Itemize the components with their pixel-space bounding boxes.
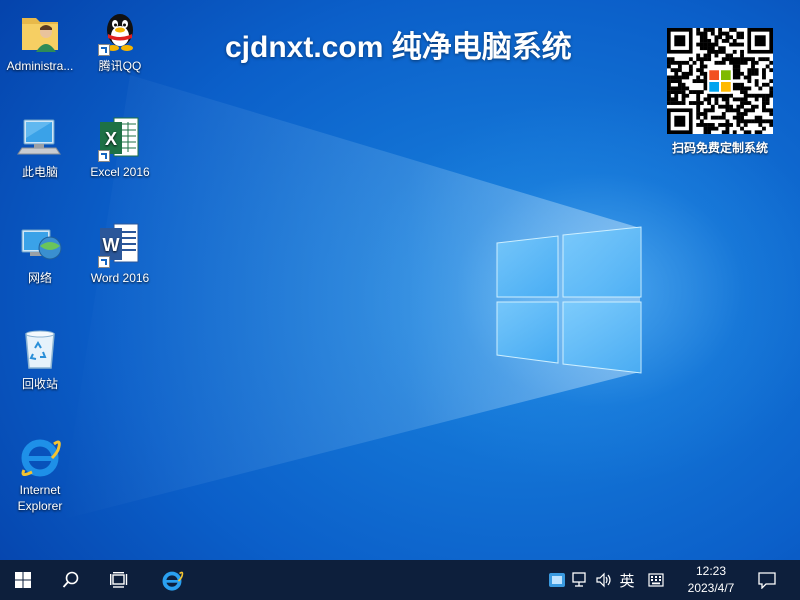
shortcut-arrow-icon	[98, 256, 110, 268]
clock-date: 2023/4/7	[687, 581, 735, 595]
clock-time: 12:23	[695, 564, 727, 578]
qr-code-image	[667, 28, 773, 134]
svg-text:W: W	[103, 235, 120, 255]
desktop: cjdnxt.com 纯净电脑系统 扫码免费定制系统 Administra...	[0, 0, 800, 560]
user-folder-icon	[16, 8, 64, 56]
ime-language-indicator[interactable]: 英	[616, 570, 638, 590]
volume-icon[interactable]	[594, 570, 614, 590]
this-pc-icon	[16, 114, 64, 162]
desktop-icon-excel[interactable]: X Excel 2016	[80, 114, 160, 180]
recycle-bin-icon	[16, 326, 64, 374]
taskbar-app-internet-explorer[interactable]	[149, 560, 195, 600]
desktop-icon-this-pc[interactable]: 此电脑	[0, 114, 80, 180]
network-status-icon[interactable]	[570, 570, 590, 590]
ime-mode-icon[interactable]	[646, 570, 666, 590]
desktop-icon-label: Administra...	[6, 59, 74, 73]
banner-title: cjdnxt.com 纯净电脑系统	[225, 31, 572, 64]
desktop-icon-label: Excel 2016	[90, 165, 150, 179]
internet-explorer-icon	[162, 571, 184, 591]
desktop-icon-label: Internet Explorer	[17, 483, 63, 513]
desktop-icon-label: 网络	[27, 271, 52, 285]
qr-caption: 扫码免费定制系统	[671, 141, 768, 155]
internet-explorer-icon	[16, 432, 64, 480]
tray-security-icon[interactable]	[547, 570, 567, 590]
taskbar: 英 12:23 2023/4/7	[0, 560, 800, 600]
task-view-button[interactable]	[96, 560, 142, 600]
task-view-icon	[110, 572, 128, 588]
search-icon	[62, 571, 79, 588]
svg-text:X: X	[105, 129, 117, 149]
shortcut-arrow-icon	[98, 44, 110, 56]
qq-penguin-icon	[96, 8, 144, 56]
windows-start-icon	[15, 572, 31, 588]
desktop-icon-label: 腾讯QQ	[98, 59, 142, 73]
desktop-icon-administrator[interactable]: Administra...	[0, 8, 80, 74]
taskbar-clock[interactable]: 12:23 2023/4/7	[676, 563, 746, 597]
desktop-icon-qq[interactable]: 腾讯QQ	[80, 8, 160, 74]
search-button[interactable]	[48, 560, 94, 600]
desktop-icon-recycle-bin[interactable]: 回收站	[0, 326, 80, 392]
word-icon: W	[96, 220, 144, 268]
network-icon	[16, 220, 64, 268]
excel-icon: X	[96, 114, 144, 162]
desktop-icon-label: 回收站	[21, 377, 58, 391]
desktop-icon-internet-explorer[interactable]: Internet Explorer	[0, 432, 80, 514]
notification-center-icon[interactable]	[756, 570, 778, 590]
shortcut-arrow-icon	[98, 150, 110, 162]
desktop-icon-label: 此电脑	[21, 165, 58, 179]
desktop-icon-label: Word 2016	[90, 271, 150, 285]
start-button[interactable]	[0, 560, 46, 600]
desktop-icon-network[interactable]: 网络	[0, 220, 80, 286]
desktop-icon-word[interactable]: W Word 2016	[80, 220, 160, 286]
